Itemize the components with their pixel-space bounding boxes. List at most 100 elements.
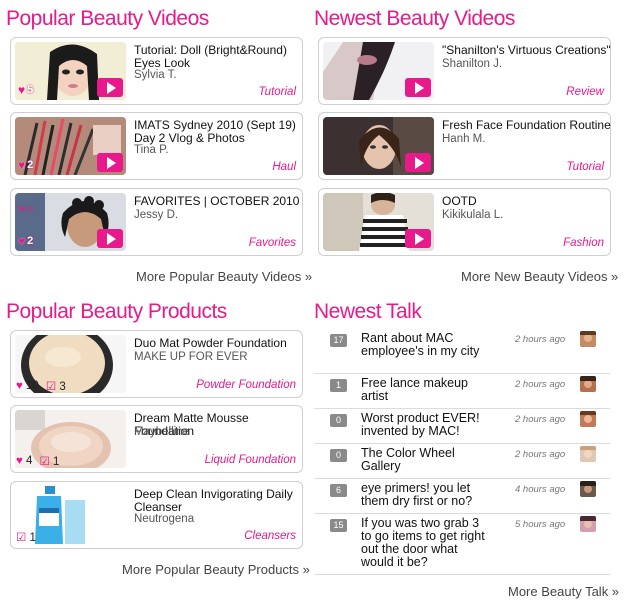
talk-row[interactable]: 0 Worst product EVER! invented by MAC! 2… bbox=[314, 411, 610, 444]
popular-video-card[interactable]: ♥ 5 Tutorial: Doll (Bright&Round) Eyes L… bbox=[10, 37, 303, 105]
product-brand[interactable]: Neutrogena bbox=[134, 513, 194, 525]
talk-title[interactable]: Free lance makeup artist bbox=[361, 377, 491, 403]
more-popular-videos-link[interactable]: More Popular Beauty Videos » bbox=[136, 269, 312, 284]
avatar[interactable] bbox=[580, 411, 596, 427]
talk-title[interactable]: eye primers! you let them dry first or n… bbox=[361, 482, 491, 508]
popular-products-section: Popular Beauty Products bbox=[6, 298, 306, 326]
video-thumbnail[interactable]: ♥ 5 bbox=[15, 42, 126, 100]
video-title[interactable]: "Shanilton's Virtuous Creations" bbox=[442, 44, 612, 57]
popular-products-heading: Popular Beauty Products bbox=[6, 300, 227, 323]
svg-text:favs: favs bbox=[17, 204, 34, 213]
product-title[interactable]: Deep Clean Invigorating Daily Cleanser bbox=[134, 488, 304, 514]
video-thumbnail[interactable] bbox=[323, 117, 434, 175]
newest-video-card[interactable]: "Shanilton's Virtuous Creations" Shanilt… bbox=[318, 37, 611, 105]
popular-video-card[interactable]: favs ♥ 2 FAVORITES | OCTOBER 2010 Jessy … bbox=[10, 188, 303, 256]
heart-count-badge: ♥ 2 bbox=[18, 234, 34, 248]
avatar[interactable] bbox=[580, 331, 596, 347]
talk-row[interactable]: 6 eye primers! you let them dry first or… bbox=[314, 481, 610, 514]
product-stats: ♥ 10 ☑ 3 bbox=[16, 380, 66, 393]
video-thumbnail[interactable] bbox=[323, 193, 434, 251]
video-thumbnail[interactable]: favs ♥ 2 bbox=[15, 193, 126, 251]
video-category[interactable]: Tutorial bbox=[567, 161, 605, 173]
popular-videos-section: Popular Beauty Videos bbox=[6, 5, 306, 33]
talk-row[interactable]: 0 The Color Wheel Gallery 2 hours ago bbox=[314, 446, 610, 479]
product-card[interactable]: ☑ 1 Deep Clean Invigorating Daily Cleans… bbox=[10, 481, 303, 549]
avatar[interactable] bbox=[580, 481, 596, 497]
talk-row[interactable]: 17 Rant about MAC employee's in my city … bbox=[314, 331, 610, 374]
video-author[interactable]: Tina P. bbox=[134, 144, 169, 156]
reply-count-badge: 6 bbox=[330, 484, 347, 497]
product-category[interactable]: Powder Foundation bbox=[196, 379, 296, 391]
talk-timestamp: 2 hours ago bbox=[515, 334, 566, 345]
video-author[interactable]: Jessy D. bbox=[134, 209, 178, 221]
video-thumbnail[interactable]: ♥ 2 bbox=[15, 117, 126, 175]
avatar[interactable] bbox=[580, 376, 596, 392]
more-beauty-talk-link[interactable]: More Beauty Talk » bbox=[508, 584, 619, 599]
video-category[interactable]: Review bbox=[566, 86, 604, 98]
video-title[interactable]: IMATS Sydney 2010 (Sept 19) Day 2 Vlog &… bbox=[134, 119, 304, 145]
talk-title[interactable]: The Color Wheel Gallery bbox=[361, 447, 491, 473]
heart-icon: ♥ bbox=[18, 158, 26, 172]
newest-video-card[interactable]: Fresh Face Foundation Routine Hanh M. Tu… bbox=[318, 112, 611, 180]
video-author[interactable]: Shanilton J. bbox=[442, 58, 502, 70]
popular-video-card[interactable]: ♥ 2 IMATS Sydney 2010 (Sept 19) Day 2 Vl… bbox=[10, 112, 303, 180]
play-icon[interactable] bbox=[405, 229, 431, 248]
talk-title[interactable]: If you was two grab 3 to go items to get… bbox=[361, 517, 491, 569]
talk-timestamp: 2 hours ago bbox=[515, 414, 566, 425]
talk-timestamp: 2 hours ago bbox=[515, 449, 566, 460]
play-icon[interactable] bbox=[97, 229, 123, 248]
video-author[interactable]: Sylvia T. bbox=[134, 69, 177, 81]
reply-count-badge: 15 bbox=[330, 519, 347, 532]
video-title[interactable]: Tutorial: Doll (Bright&Round) Eyes Look bbox=[134, 44, 304, 70]
video-thumbnail[interactable] bbox=[323, 42, 434, 100]
reply-count-badge: 0 bbox=[330, 449, 347, 462]
reply-count-badge: 17 bbox=[330, 334, 347, 347]
video-category[interactable]: Fashion bbox=[563, 237, 604, 249]
product-brand[interactable]: Maybelline bbox=[134, 426, 189, 438]
checkbox-icon: ☑ bbox=[16, 532, 27, 544]
heart-icon: ♥ bbox=[18, 234, 26, 248]
checkbox-icon: ☑ bbox=[45, 381, 57, 393]
talk-timestamp: 4 hours ago bbox=[515, 484, 566, 495]
checkbox-icon: ☑ bbox=[39, 456, 50, 468]
newest-video-card[interactable]: OOTD Kikikulala L. Fashion bbox=[318, 188, 611, 256]
product-category[interactable]: Cleansers bbox=[244, 530, 296, 542]
play-icon[interactable] bbox=[97, 153, 123, 172]
avatar[interactable] bbox=[580, 446, 596, 462]
more-new-videos-link[interactable]: More New Beauty Videos » bbox=[461, 269, 618, 284]
product-title[interactable]: Duo Mat Powder Foundation bbox=[134, 337, 304, 350]
video-category[interactable]: Haul bbox=[272, 161, 296, 173]
newest-videos-heading: Newest Beauty Videos bbox=[314, 7, 515, 30]
newest-talk-section: Newest Talk bbox=[314, 298, 614, 326]
video-author[interactable]: Kikikulala L. bbox=[442, 209, 503, 221]
heart-count-badge: ♥ 2 bbox=[18, 158, 34, 172]
newest-videos-section: Newest Beauty Videos bbox=[314, 5, 614, 33]
talk-timestamp: 2 hours ago bbox=[515, 379, 566, 390]
newest-talk-heading: Newest Talk bbox=[314, 300, 422, 323]
reply-count-badge: 0 bbox=[330, 414, 347, 427]
play-icon[interactable] bbox=[97, 78, 123, 97]
product-card[interactable]: ♥ 10 ☑ 3 Duo Mat Powder Foundation MAKE … bbox=[10, 330, 303, 398]
product-brand[interactable]: MAKE UP FOR EVER bbox=[134, 351, 248, 363]
more-popular-products-link[interactable]: More Popular Beauty Products » bbox=[122, 562, 310, 577]
play-icon[interactable] bbox=[405, 153, 431, 172]
reply-count-badge: 1 bbox=[330, 379, 347, 392]
talk-title[interactable]: Worst product EVER! invented by MAC! bbox=[361, 412, 491, 438]
video-title[interactable]: FAVORITES | OCTOBER 2010 bbox=[134, 195, 304, 208]
avatar[interactable] bbox=[580, 516, 596, 532]
talk-title[interactable]: Rant about MAC employee's in my city bbox=[361, 332, 491, 358]
talk-row[interactable]: 1 Free lance makeup artist 2 hours ago bbox=[314, 376, 610, 409]
video-title[interactable]: OOTD bbox=[442, 195, 612, 208]
video-category[interactable]: Tutorial bbox=[259, 86, 297, 98]
video-author[interactable]: Hanh M. bbox=[442, 133, 485, 145]
product-category[interactable]: Liquid Foundation bbox=[205, 454, 296, 466]
talk-timestamp: 5 hours ago bbox=[515, 519, 566, 530]
video-title[interactable]: Fresh Face Foundation Routine bbox=[442, 119, 612, 132]
heart-count-badge: ♥ 5 bbox=[18, 83, 34, 97]
video-category[interactable]: Favorites bbox=[249, 237, 296, 249]
heart-icon: ♥ bbox=[16, 380, 23, 392]
talk-row[interactable]: 15 If you was two grab 3 to go items to … bbox=[314, 516, 610, 575]
heart-icon: ♥ bbox=[16, 455, 23, 467]
product-card[interactable]: ♥ 4 ☑ 1 Dream Matte Mousse Foundation Ma… bbox=[10, 405, 303, 473]
play-icon[interactable] bbox=[405, 78, 431, 97]
